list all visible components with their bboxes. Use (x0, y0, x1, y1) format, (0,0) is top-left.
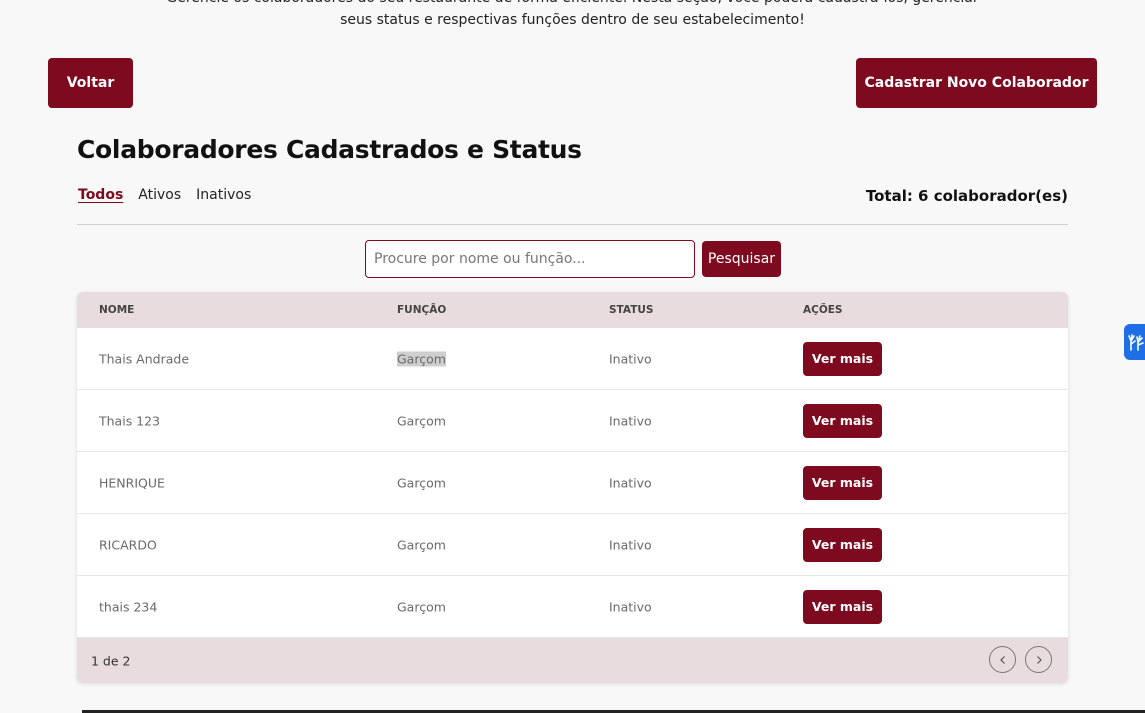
see-more-button[interactable]: Ver mais (803, 589, 882, 624)
cell-status: Inativo (609, 475, 652, 490)
cell-name: thais 234 (99, 599, 158, 614)
status-filter-tabs: Todos Ativos Inativos (78, 187, 251, 203)
cell-role: Garçom (397, 475, 446, 490)
intro-line-2: seus status e respectivas funções dentro… (340, 12, 805, 28)
table-row: thais 234 Garçom Inativo Ver mais (77, 576, 1068, 638)
see-more-button[interactable]: Ver mais (803, 403, 882, 438)
sign-language-hands-icon (1128, 334, 1144, 351)
table-row: Thais 123 Garçom Inativo Ver mais (77, 390, 1068, 452)
table-header: NOME FUNÇÃO STATUS AÇÕES (77, 292, 1068, 328)
intro-text: Gerencie os colaboradores do seu restaur… (0, 0, 1145, 31)
cell-role: Garçom (397, 599, 446, 614)
accessibility-widget-button[interactable] (1124, 324, 1145, 360)
table-row: HENRIQUE Garçom Inativo Ver mais (77, 452, 1068, 514)
cell-name: RICARDO (99, 537, 157, 552)
search-button[interactable]: Pesquisar (702, 241, 781, 277)
filter-tab-ativos[interactable]: Ativos (138, 187, 181, 203)
filter-tab-todos[interactable]: Todos (78, 187, 123, 203)
header-name: NOME (99, 304, 135, 316)
search-input[interactable] (365, 240, 695, 278)
cell-role: Garçom (397, 351, 446, 366)
page-title: Colaboradores Cadastrados e Status (77, 135, 582, 164)
divider (77, 224, 1068, 225)
header-role: FUNÇÃO (397, 304, 447, 316)
intro-line-1: Gerencie os colaboradores do seu restaur… (0, 0, 1145, 9)
table-row: Thais Andrade Garçom Inativo Ver mais (77, 328, 1068, 390)
cell-status: Inativo (609, 537, 652, 552)
cell-status: Inativo (609, 413, 652, 428)
see-more-button[interactable]: Ver mais (803, 527, 882, 562)
chevron-left-icon (999, 655, 1005, 664)
cell-name: HENRIQUE (99, 475, 165, 490)
chevron-right-icon (1036, 655, 1042, 664)
collaborators-table: NOME FUNÇÃO STATUS AÇÕES Thais Andrade G… (77, 292, 1068, 683)
cell-name: Thais Andrade (99, 351, 190, 366)
header-status: STATUS (609, 304, 654, 316)
see-more-button[interactable]: Ver mais (803, 465, 882, 500)
new-collaborator-button[interactable]: Cadastrar Novo Colaborador (856, 58, 1097, 108)
total-count: Total: 6 colaborador(es) (865, 187, 1068, 205)
back-button[interactable]: Voltar (48, 58, 133, 108)
cell-status: Inativo (609, 599, 652, 614)
page-indicator: 1 de 2 (91, 653, 131, 668)
filter-tab-inativos[interactable]: Inativos (196, 187, 251, 203)
table-row: RICARDO Garçom Inativo Ver mais (77, 514, 1068, 576)
see-more-button[interactable]: Ver mais (803, 341, 882, 376)
cell-role: Garçom (397, 537, 446, 552)
previous-page-button[interactable] (989, 646, 1016, 673)
header-actions: AÇÕES (803, 304, 843, 316)
table-footer: 1 de 2 (77, 638, 1068, 683)
next-page-button[interactable] (1025, 646, 1052, 673)
cell-name: Thais 123 (99, 413, 161, 428)
cell-status: Inativo (609, 351, 652, 366)
cell-role: Garçom (397, 413, 446, 428)
